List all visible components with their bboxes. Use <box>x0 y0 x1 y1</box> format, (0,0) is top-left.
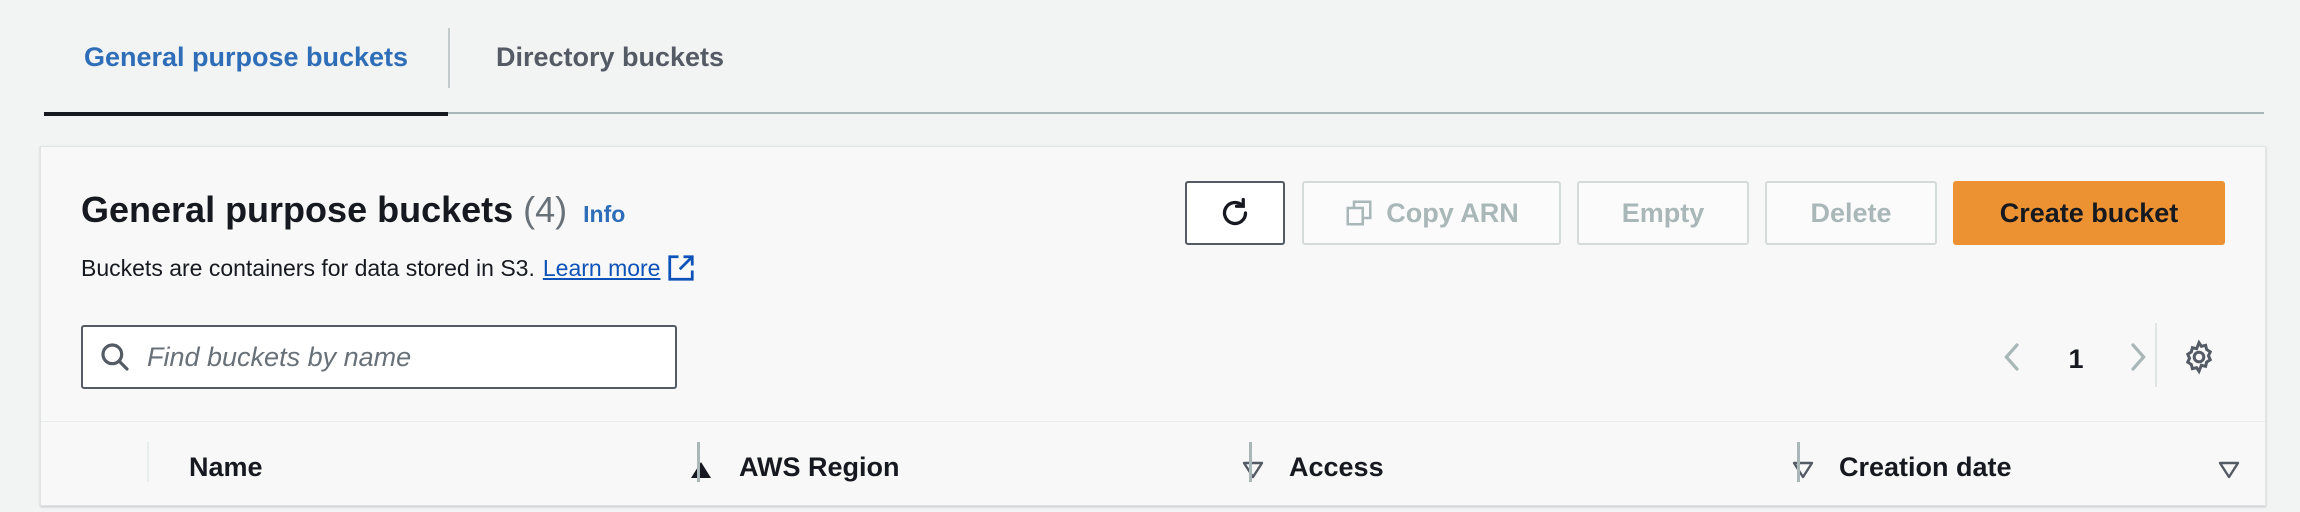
column-label: AWS Region <box>739 451 900 482</box>
copy-arn-label: Copy ARN <box>1386 197 1519 228</box>
chevron-right-icon <box>2131 343 2146 371</box>
column-header-creation-date[interactable]: Creation date <box>1839 422 2265 512</box>
search-icon <box>101 343 129 371</box>
panel-description: Buckets are containers for data stored i… <box>81 253 696 283</box>
tab-general-purpose-buckets[interactable]: General purpose buckets <box>44 0 448 116</box>
column-separator <box>147 442 149 482</box>
create-bucket-label: Create bucket <box>1999 197 2179 228</box>
pager-divider <box>2155 323 2157 387</box>
column-separator <box>1797 442 1800 482</box>
next-page-button[interactable] <box>2117 337 2157 377</box>
page-number[interactable]: 1 <box>2061 339 2091 379</box>
chevron-left-icon <box>2004 343 2019 371</box>
buckets-panel: General purpose buckets (4) Info Buckets… <box>40 146 2266 506</box>
gear-icon <box>2185 339 2213 375</box>
previous-page-button[interactable] <box>1993 337 2033 377</box>
column-label: Name <box>189 451 263 482</box>
tab-label: General purpose buckets <box>83 41 409 72</box>
tab-directory-buckets[interactable]: Directory buckets <box>448 0 772 114</box>
info-link[interactable]: Info <box>583 201 625 228</box>
refresh-button[interactable] <box>1185 181 1285 245</box>
copy-arn-button[interactable]: Copy ARN <box>1302 181 1561 245</box>
sort-descending-icon <box>1792 461 1814 479</box>
column-header-access[interactable]: Access <box>1289 422 1839 512</box>
column-header-aws-region[interactable]: AWS Region <box>739 422 1289 512</box>
delete-label: Delete <box>1810 197 1892 228</box>
bucket-type-tabs: General purpose buckets Directory bucket… <box>44 0 2264 116</box>
column-label: Creation date <box>1839 451 2012 482</box>
bucket-count: (4) <box>523 189 568 230</box>
learn-more-link[interactable]: Learn more <box>543 253 697 283</box>
refresh-icon <box>1222 197 1248 226</box>
tab-label: Directory buckets <box>495 41 725 72</box>
panel-header: General purpose buckets (4) Info <box>81 189 625 231</box>
sort-descending-icon <box>2218 461 2240 479</box>
column-header-name[interactable]: Name <box>189 422 737 512</box>
description-text: Buckets are containers for data stored i… <box>81 254 535 281</box>
empty-label: Empty <box>1621 197 1705 228</box>
learn-more-label: Learn more <box>542 254 661 281</box>
column-label: Access <box>1289 451 1384 482</box>
sort-descending-icon <box>1242 461 1264 479</box>
create-bucket-button[interactable]: Create bucket <box>1953 181 2225 245</box>
empty-button[interactable]: Empty <box>1577 181 1749 245</box>
column-separator <box>697 442 700 482</box>
page-title: General purpose buckets <box>81 189 514 230</box>
copy-icon <box>1346 200 1372 226</box>
table-settings-button[interactable] <box>2179 337 2219 377</box>
delete-button[interactable]: Delete <box>1765 181 1937 245</box>
column-separator <box>1249 442 1252 482</box>
search-box <box>81 325 677 389</box>
search-input[interactable] <box>147 341 667 373</box>
sort-ascending-icon <box>691 462 711 478</box>
external-link-icon <box>668 255 695 281</box>
